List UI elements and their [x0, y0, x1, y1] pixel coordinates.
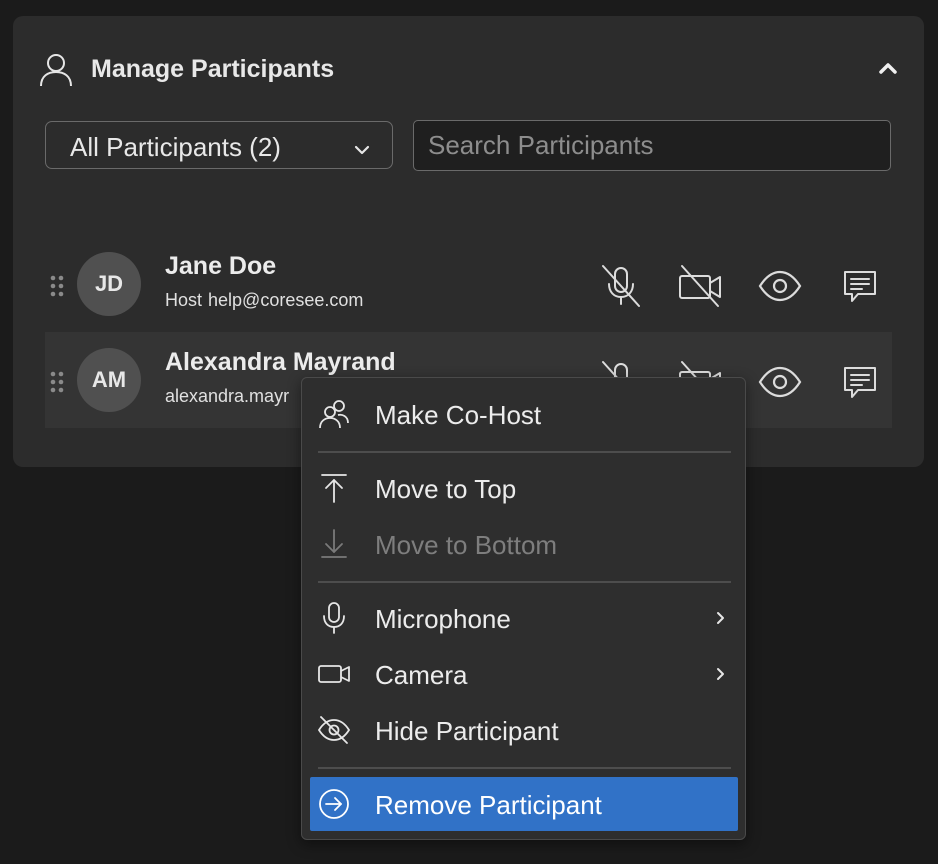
microphone-icon [318, 602, 350, 634]
participant-name: Alexandra Mayrand [165, 348, 396, 376]
menu-divider [318, 451, 731, 453]
participant-email: help@coresee.com [208, 290, 364, 310]
participant-details: alexandra.mayr [165, 386, 289, 407]
menu-item-label: Move to Bottom [375, 530, 558, 560]
menu-item-label: Remove Participant [375, 790, 602, 820]
menu-item-camera[interactable]: Camera [310, 647, 738, 701]
eye-icon[interactable] [758, 264, 802, 308]
filter-selected-value: All Participants (2) [70, 132, 281, 162]
menu-item-move-to-bottom[interactable]: Move to Bottom [310, 517, 738, 571]
chat-icon[interactable] [838, 264, 882, 308]
participant-email: alexandra.mayr [165, 386, 290, 406]
arrow-down-to-line-icon [318, 528, 350, 560]
menu-item-label: Make Co-Host [375, 400, 542, 430]
menu-item-label: Camera [375, 660, 468, 690]
chat-icon[interactable] [838, 360, 882, 404]
co-host-icon [318, 398, 350, 430]
participant-filter-dropdown[interactable]: All Participants (2) [45, 121, 393, 169]
menu-item-microphone[interactable]: Microphone [310, 591, 738, 645]
eye-off-icon [318, 714, 350, 746]
panel-title: Manage Participants [91, 55, 335, 83]
drag-handle-icon[interactable] [49, 370, 65, 394]
menu-item-remove-participant[interactable]: Remove Participant [310, 777, 738, 831]
drag-handle-icon[interactable] [49, 274, 65, 298]
participant-context-menu: Make Co-Host Move to Top Move to Bottom [301, 377, 746, 840]
menu-item-label: Microphone [375, 604, 511, 634]
chevron-up-icon[interactable] [876, 56, 900, 80]
chevron-down-icon [352, 136, 372, 156]
menu-item-make-co-host[interactable]: Make Co-Host [310, 387, 738, 441]
chevron-right-icon [712, 609, 728, 627]
menu-item-label: Hide Participant [375, 716, 559, 746]
user-icon [37, 50, 75, 88]
camera-icon [318, 658, 350, 690]
menu-item-hide-participant[interactable]: Hide Participant [310, 703, 738, 757]
participant-name: Jane Doe [165, 252, 277, 280]
search-participants-input[interactable] [413, 120, 891, 171]
menu-item-label: Move to Top [375, 474, 517, 504]
avatar: JD [77, 252, 141, 316]
menu-divider [318, 581, 731, 583]
camera-off-icon[interactable] [678, 264, 722, 308]
menu-item-move-to-top[interactable]: Move to Top [310, 461, 738, 515]
avatar: AM [77, 348, 141, 412]
arrow-up-to-line-icon [318, 472, 350, 504]
microphone-muted-icon[interactable] [599, 264, 643, 308]
chevron-right-icon [712, 665, 728, 683]
participant-details: Host help@coresee.com [165, 290, 363, 311]
participant-role: Host [165, 290, 203, 310]
eye-icon[interactable] [758, 360, 802, 404]
panel-header: Manage Participants [37, 50, 900, 88]
exit-icon [318, 788, 350, 820]
participant-row[interactable]: JD Jane Doe Host help@coresee.com [45, 236, 892, 332]
menu-divider [318, 767, 731, 769]
